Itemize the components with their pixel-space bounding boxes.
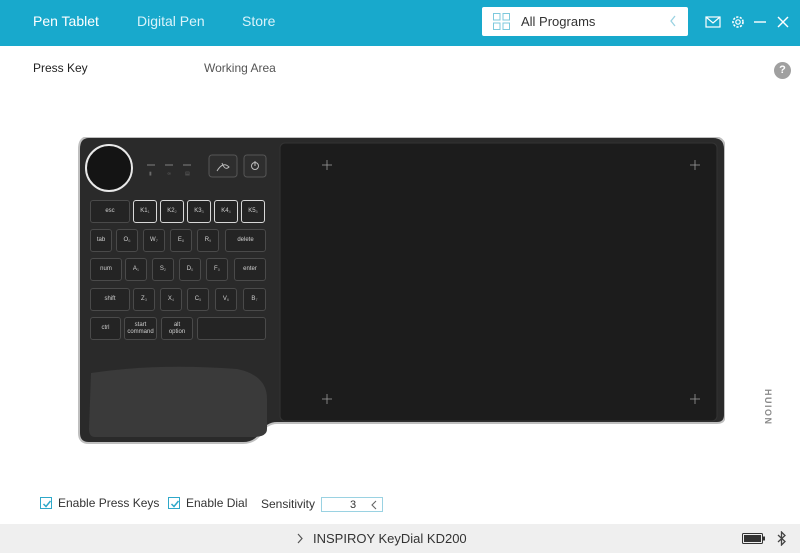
key-num[interactable]: num [90, 258, 122, 281]
key-b-sub: 7 [255, 297, 258, 302]
mail-icon[interactable] [705, 14, 721, 30]
key-v-sub: 6 [226, 297, 230, 302]
key-option-label: option [168, 328, 186, 335]
key-tab[interactable]: tab [90, 229, 112, 252]
dial[interactable] [85, 144, 133, 192]
key-o-sub: 6 [128, 238, 131, 243]
key-alt-label: alt [173, 321, 181, 328]
key-z-sub: 3 [144, 297, 147, 302]
key-w[interactable]: W7 [143, 229, 165, 252]
program-select[interactable]: All Programs [482, 7, 688, 36]
key-z[interactable]: Z3 [133, 288, 155, 311]
key-space[interactable] [197, 317, 266, 340]
key-k5-label: K5 [248, 208, 256, 214]
gear-icon[interactable] [730, 14, 746, 30]
key-w-sub: 7 [155, 238, 158, 243]
tab-store[interactable]: Store [242, 13, 275, 29]
key-k4-sub: 4 [228, 209, 231, 214]
key-a-sub: 1 [136, 267, 140, 272]
key-d[interactable]: D0 [179, 258, 201, 281]
sensitivity-select[interactable]: 3 [321, 497, 383, 512]
key-enter[interactable]: enter [234, 258, 266, 281]
key-k2-sub: 2 [174, 209, 177, 214]
svg-text:▮: ▮ [149, 171, 152, 177]
key-enter-label: enter [243, 266, 257, 272]
subtab-press-key[interactable]: Press Key [33, 61, 88, 75]
app-window: Pen Tablet Digital Pen Store All Program… [0, 0, 800, 553]
key-c[interactable]: C5 [187, 288, 209, 311]
key-esc[interactable]: esc [90, 200, 130, 223]
chevron-right-icon[interactable] [296, 533, 304, 544]
key-k1-sub: 1 [147, 209, 150, 214]
help-icon[interactable]: ? [774, 62, 791, 79]
key-tab-label: tab [96, 237, 106, 243]
key-ctrl[interactable]: ctrl [90, 317, 121, 340]
key-delete[interactable]: delete [225, 229, 266, 252]
status-bar: INSPIROY KeyDial KD200 [0, 524, 800, 553]
key-s-sub: 2 [163, 267, 167, 272]
subtab-working-area[interactable]: Working Area [204, 61, 276, 75]
key-e-sub: 8 [181, 238, 185, 243]
key-e[interactable]: E8 [170, 229, 192, 252]
key-v[interactable]: V6 [215, 288, 237, 311]
key-a[interactable]: A1 [125, 258, 147, 281]
key-r[interactable]: R9 [197, 229, 219, 252]
key-k1[interactable]: K1 1 [133, 200, 157, 223]
key-k3-label: K3 [194, 208, 202, 214]
brand-logo: HUION [763, 389, 773, 426]
key-ctrl-label: ctrl [101, 325, 110, 331]
check-icon [42, 500, 52, 508]
key-d-sub: 0 [191, 267, 194, 272]
key-f[interactable]: F0 [206, 258, 228, 281]
key-o[interactable]: O6 [116, 229, 138, 252]
chevron-left-icon[interactable] [668, 14, 678, 28]
key-k3[interactable]: K3 3 [187, 200, 211, 223]
key-delete-label: delete [237, 237, 254, 243]
header-bar: Pen Tablet Digital Pen Store All Program… [0, 0, 800, 46]
close-icon[interactable] [775, 14, 791, 30]
grid-icon [493, 13, 510, 30]
key-f-sub: 0 [217, 267, 220, 272]
key-x[interactable]: X4 [160, 288, 182, 311]
key-c-sub: 5 [199, 297, 202, 302]
key-esc-label: esc [105, 208, 115, 214]
key-k3-sub: 3 [201, 209, 204, 214]
battery-icon [742, 533, 765, 544]
enable-press-keys-label[interactable]: Enable Press Keys [58, 496, 159, 510]
svg-text:∞: ∞ [167, 171, 171, 177]
key-k2-label: K2 [167, 208, 175, 214]
key-x-sub: 4 [171, 297, 175, 302]
key-r-sub: 9 [209, 238, 212, 243]
tab-pen-tablet[interactable]: Pen Tablet [33, 13, 99, 29]
key-k5[interactable]: K5 5 [241, 200, 265, 223]
bluetooth-icon [777, 531, 786, 546]
key-s[interactable]: S2 [152, 258, 174, 281]
key-start-label: start [134, 321, 147, 328]
chevron-left-icon[interactable] [370, 500, 378, 510]
key-start-command[interactable]: start command [124, 317, 157, 340]
key-alt-option[interactable]: alt option [161, 317, 193, 340]
key-shift[interactable]: shift [90, 288, 130, 311]
key-command-label: command [127, 328, 154, 335]
key-k5-sub: 5 [255, 209, 258, 214]
sensitivity-value: 3 [350, 499, 357, 511]
key-k2[interactable]: K2 2 [160, 200, 184, 223]
key-k4-label: K4 [221, 208, 229, 214]
enable-dial-checkbox[interactable] [168, 497, 180, 509]
minimize-icon[interactable] [752, 14, 768, 30]
tab-digital-pen[interactable]: Digital Pen [137, 13, 205, 29]
key-k4[interactable]: K4 4 [214, 200, 238, 223]
sensitivity-label: Sensitivity [261, 497, 316, 511]
program-select-value: All Programs [521, 14, 596, 29]
key-num-label: num [100, 266, 112, 272]
enable-dial-label[interactable]: Enable Dial [186, 496, 247, 510]
key-shift-label: shift [104, 296, 116, 302]
device-name: INSPIROY KeyDial KD200 [313, 531, 467, 546]
check-icon [170, 500, 180, 508]
key-b[interactable]: B7 [243, 288, 266, 311]
svg-text:▤: ▤ [185, 171, 190, 177]
enable-press-keys-checkbox[interactable] [40, 497, 52, 509]
tablet-illustration: ▮ ∞ ▤ esc K1 1 K2 2 K3 3 K4 4 K5 5 tab O6 W7 E8… [77, 137, 773, 445]
key-k1-label: K1 [140, 208, 148, 214]
